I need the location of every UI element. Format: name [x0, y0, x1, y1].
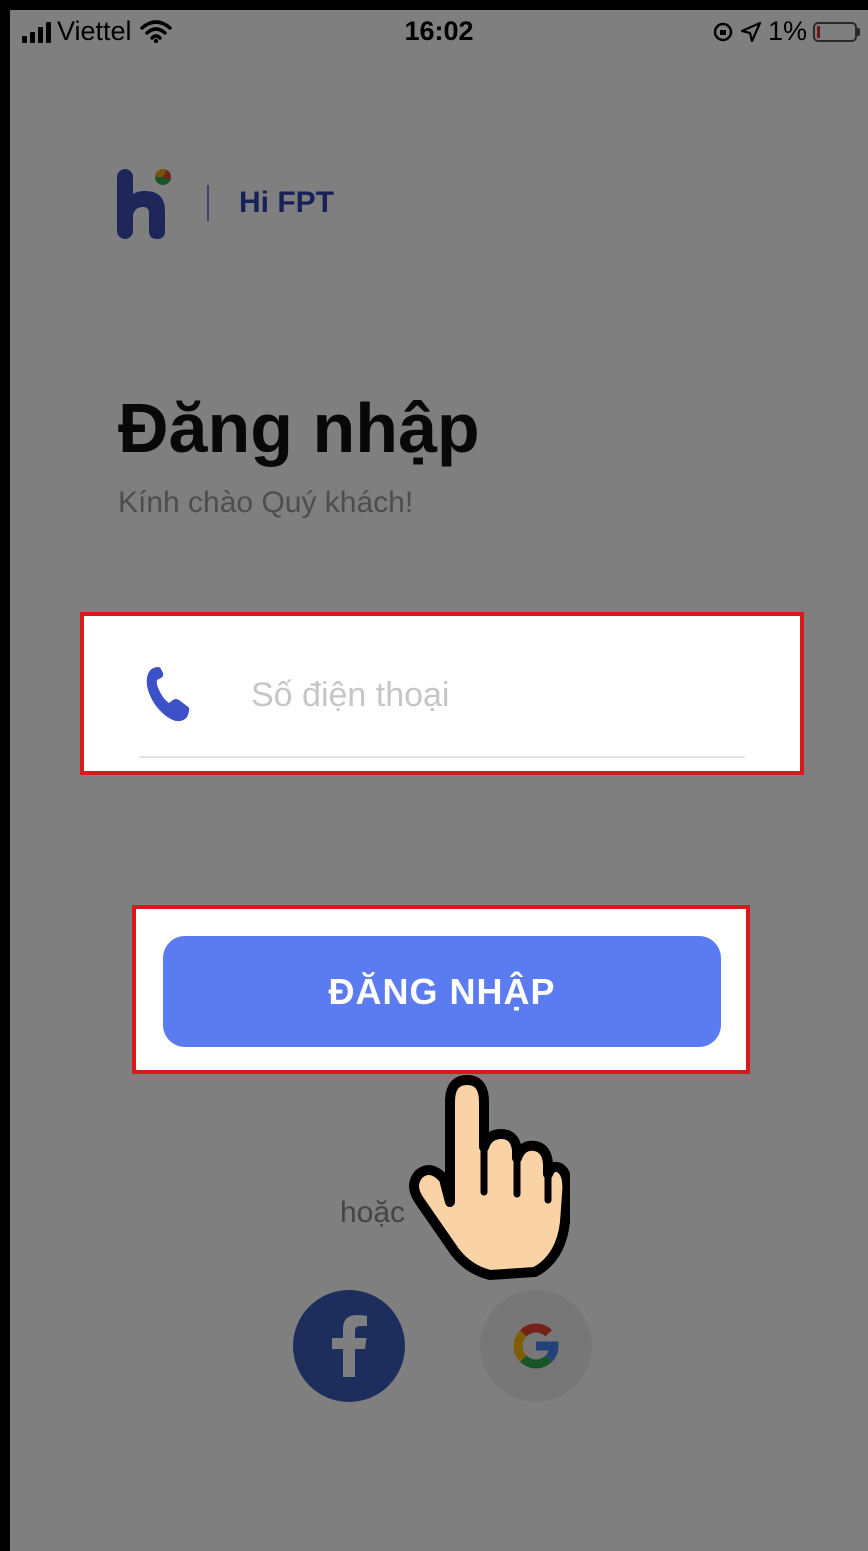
app-screen: Viettel 16:02 1% [10, 10, 868, 1551]
login-button[interactable]: ĐĂNG NHẬP [163, 936, 721, 1047]
pointing-hand-icon [409, 1075, 570, 1280]
phone-input-highlight [80, 612, 804, 775]
login-button-highlight: ĐĂNG NHẬP [132, 905, 750, 1074]
phone-input-underline [139, 756, 745, 758]
screen-dim-overlay [10, 10, 868, 1551]
phone-icon [146, 667, 190, 722]
phone-number-input[interactable] [249, 664, 733, 726]
